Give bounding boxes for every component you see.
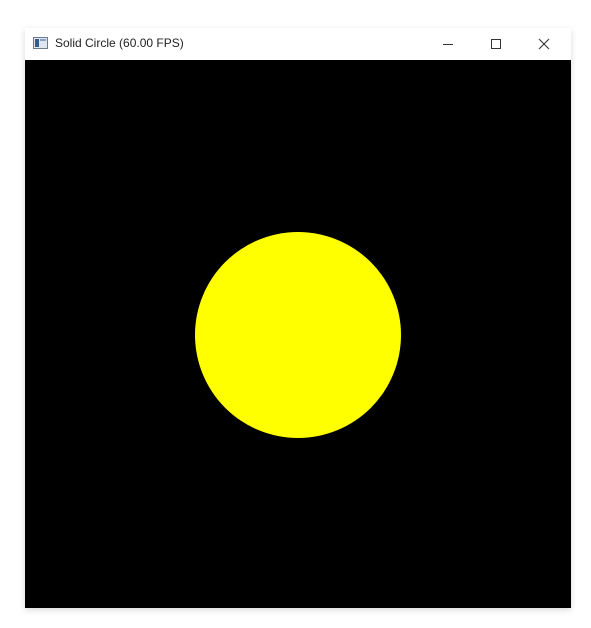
app-icon xyxy=(33,37,48,49)
maximize-icon xyxy=(491,39,501,49)
window-title: Solid Circle (60.00 FPS) xyxy=(55,36,184,50)
title-bar[interactable]: Solid Circle (60.00 FPS) xyxy=(25,28,571,60)
app-window: Solid Circle (60.00 FPS) xyxy=(25,28,571,608)
close-button[interactable] xyxy=(521,28,567,60)
minimize-icon xyxy=(443,44,453,45)
maximize-button[interactable] xyxy=(473,28,519,60)
solid-circle xyxy=(195,232,401,438)
close-icon xyxy=(538,38,550,50)
minimize-button[interactable] xyxy=(425,28,471,60)
render-canvas[interactable] xyxy=(25,60,571,608)
